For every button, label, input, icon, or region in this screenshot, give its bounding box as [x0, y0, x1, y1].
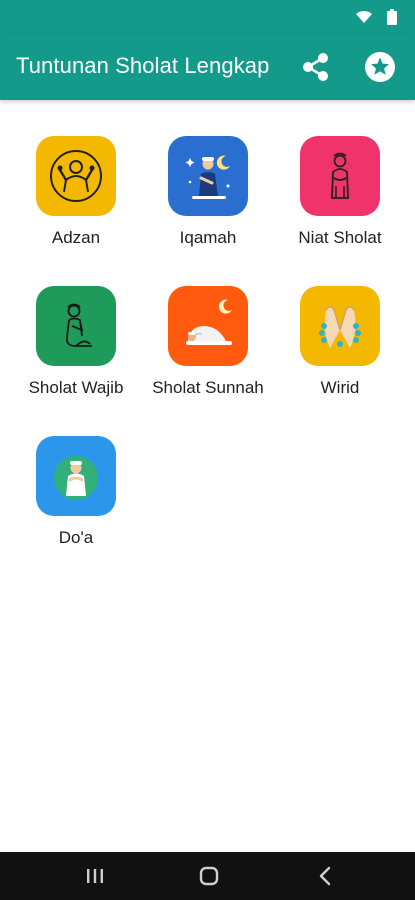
status-bar [0, 0, 415, 34]
wifi-icon [356, 10, 372, 23]
menu-label-doa: Do'a [58, 528, 94, 547]
standing-prayer-icon [300, 136, 380, 216]
muadhin-icon [36, 136, 116, 216]
recent-apps-icon [87, 869, 103, 883]
menu-item-sholat-sunnah[interactable]: Sholat Sunnah [138, 250, 278, 397]
back-icon [319, 866, 331, 886]
app-title: Tuntunan Sholat Lengkap [16, 53, 270, 78]
menu-label-adzan: Adzan [51, 228, 101, 247]
menu-item-iqamah[interactable]: Iqamah [138, 100, 278, 247]
battery-icon [387, 9, 397, 25]
home-icon [199, 866, 219, 886]
menu-item-doa[interactable]: Do'a [6, 400, 146, 547]
menu-label-wirid: Wirid [320, 378, 360, 397]
menu-item-sholat-wajib[interactable]: Sholat Wajib [6, 250, 146, 397]
prostration-icon [168, 286, 248, 366]
share-button[interactable] [300, 51, 332, 83]
praying-man-night-icon [168, 136, 248, 216]
share-icon [303, 53, 328, 81]
menu-label-sholat-wajib: Sholat Wajib [28, 378, 124, 397]
menu-item-adzan[interactable]: Adzan [6, 100, 146, 247]
menu-label-niat-sholat: Niat Sholat [298, 228, 382, 247]
app-bar: Tuntunan Sholat Lengkap [0, 34, 415, 100]
system-nav-bar [0, 852, 415, 900]
menu-item-wirid[interactable]: Wirid [270, 250, 410, 397]
menu-label-iqamah: Iqamah [179, 228, 237, 247]
dua-icon [36, 436, 116, 516]
star-icon [365, 52, 395, 82]
menu-item-niat-sholat[interactable]: Niat Sholat [270, 100, 410, 247]
prayer-beads-hands-icon [300, 286, 380, 366]
menu-label-sholat-sunnah: Sholat Sunnah [152, 378, 264, 397]
home-button[interactable] [195, 862, 223, 890]
back-button[interactable] [312, 862, 340, 890]
kneeling-prayer-icon [36, 286, 116, 366]
recent-apps-button[interactable] [81, 862, 109, 890]
rate-button[interactable] [363, 50, 397, 84]
